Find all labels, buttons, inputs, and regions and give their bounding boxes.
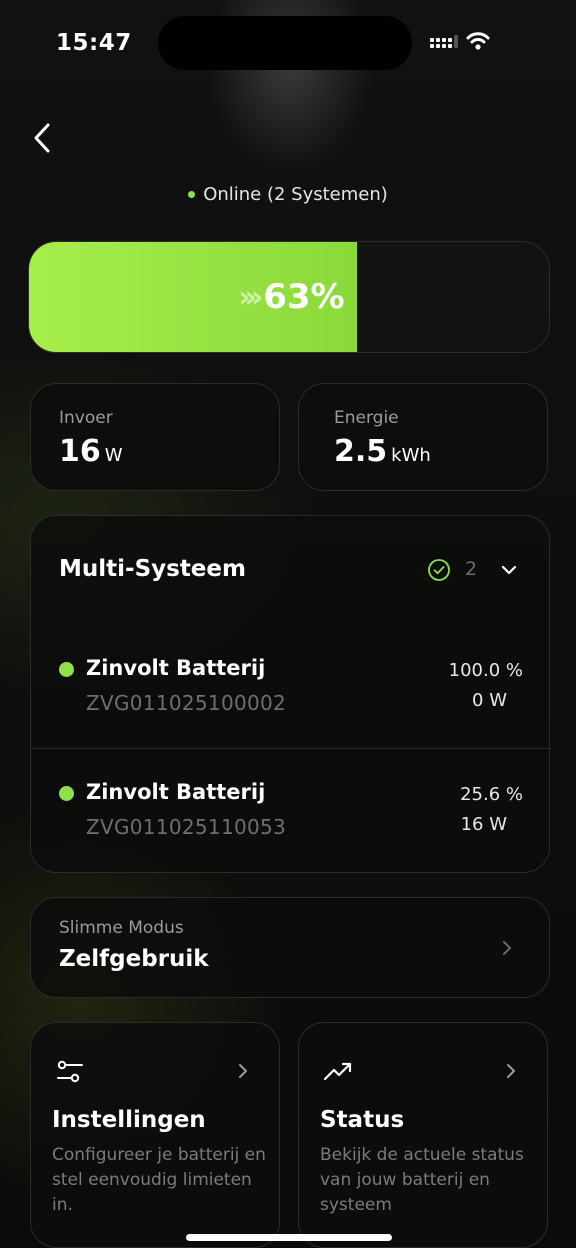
back-button[interactable] [26,118,58,158]
system-name: Zinvolt Batterij [86,656,266,680]
system-serial: ZVG011025100002 [86,691,287,715]
sliders-icon [57,1060,83,1083]
battery-level-label: ››› 63% [29,242,357,352]
chevron-right-icon [239,1064,247,1078]
settings-card[interactable]: Instellingen Configureer je batterij en … [30,1022,280,1248]
system-percent: 100.0 % [448,660,523,681]
chevron-down-icon[interactable] [499,560,519,580]
status-card[interactable]: Status Bekijk de actuele status van jouw… [298,1022,548,1248]
dynamic-island [158,16,412,70]
chevron-left-icon [34,123,50,153]
smart-mode-value: Zelfgebruik [59,946,209,972]
system-count: 2 [465,558,478,580]
online-status: Online (2 Systemen) [0,184,576,205]
system-name: Zinvolt Batterij [86,780,266,804]
divider [31,748,551,749]
smart-mode-card[interactable]: Slimme Modus Zelfgebruik [30,897,550,998]
battery-level-bar: ››› 63% [28,241,550,353]
online-dot-icon [188,191,196,198]
system-power: 0 W [472,690,507,711]
double-chevron-right-icon: ››› [238,279,263,315]
status-bar: 15:47 [0,0,576,84]
wifi-icon [466,32,490,50]
system-power: 16 W [460,814,507,835]
stat-label: Invoer [59,408,113,428]
multi-system-title: Multi-Systeem [59,556,246,582]
stat-value: 2.5 kWh [334,434,431,469]
status-title: Status [320,1107,405,1133]
chevron-right-icon [507,1064,515,1078]
home-indicator[interactable] [186,1234,392,1241]
status-description: Bekijk de actuele status van jouw batter… [320,1145,524,1215]
stat-unit: kWh [391,445,431,466]
stat-card-invoer: Invoer 16 W [30,383,280,491]
cellular-signal-icon [430,35,458,48]
list-item-system[interactable]: Zinvolt Batterij ZVG011025110053 25.6 % … [31,752,551,876]
chevron-right-icon [503,941,511,955]
system-percent: 25.6 % [460,784,523,805]
check-circle-icon [428,559,450,581]
stat-number: 16 [59,434,101,469]
trending-up-icon [323,1062,352,1081]
smart-mode-label: Slimme Modus [59,918,184,938]
multi-system-card: Multi-Systeem 2 Zinvolt Batterij ZVG0110… [30,515,551,876]
stat-number: 2.5 [334,434,388,469]
settings-title: Instellingen [52,1107,206,1133]
system-status-dot-icon [59,662,74,677]
stat-label: Energie [334,408,399,428]
system-status-dot-icon [59,786,74,801]
online-status-text: Online (2 Systemen) [203,184,388,205]
stat-unit: W [104,445,123,466]
stat-value: 16 W [59,434,123,469]
battery-percent: 63% [263,277,345,317]
settings-description: Configureer je batterij en stel eenvoudi… [52,1145,266,1215]
list-item-system[interactable]: Zinvolt Batterij ZVG011025100002 100.0 %… [31,628,551,752]
stat-card-energie: Energie 2.5 kWh [298,383,548,491]
system-serial: ZVG011025110053 [86,815,287,839]
status-time: 15:47 [56,30,132,56]
